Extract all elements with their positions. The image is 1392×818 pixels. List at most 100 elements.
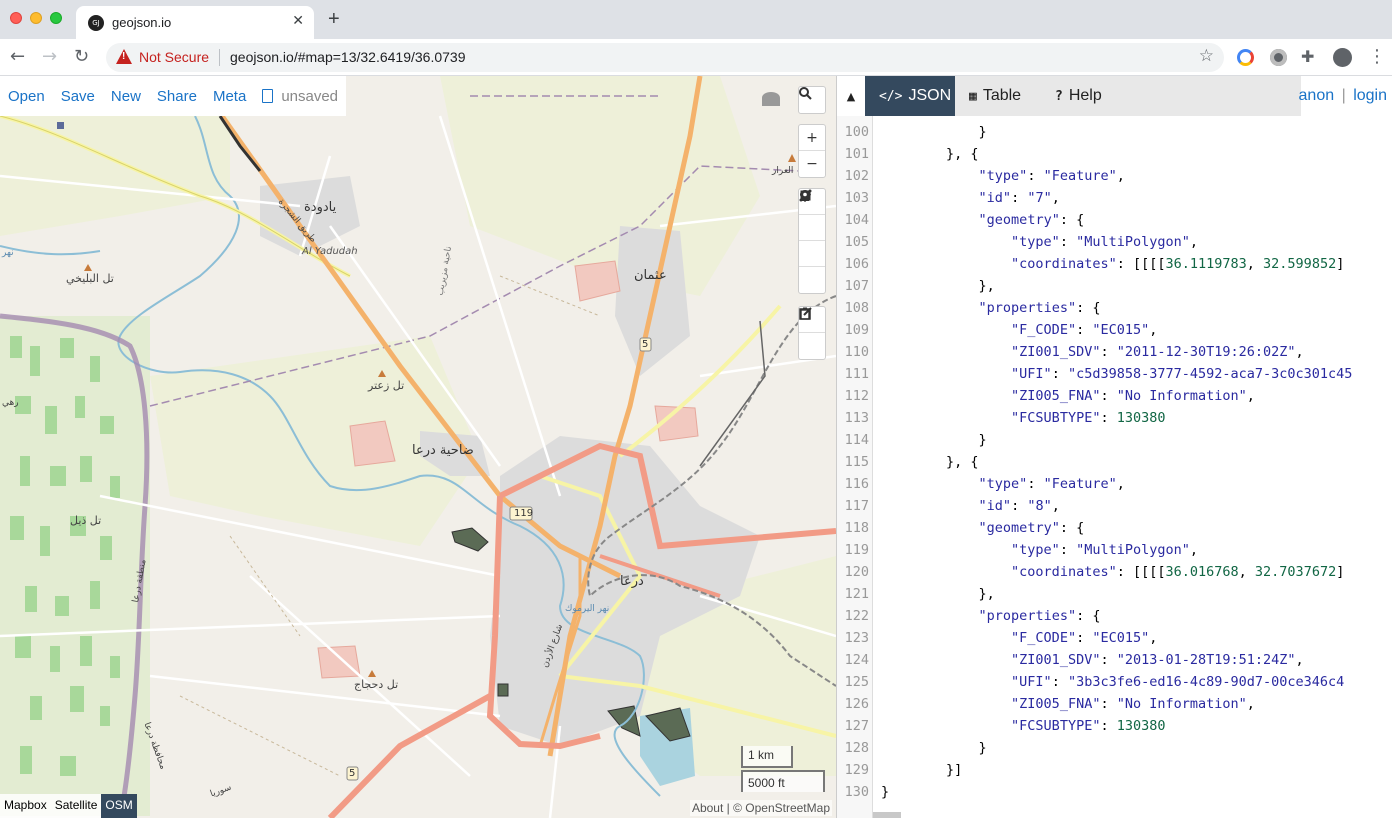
browser-menu-icon[interactable]: ⋮ bbox=[1368, 46, 1386, 67]
code-line[interactable]: 111 "UFI": "c5d39858-3777-4592-aca7-3c0c… bbox=[837, 363, 1392, 385]
code-token: }, bbox=[978, 586, 995, 602]
tab-json[interactable]: </> JSON bbox=[865, 76, 955, 116]
marker-icon[interactable] bbox=[799, 190, 825, 293]
code-line[interactable]: 122 "properties": { bbox=[837, 605, 1392, 627]
code-line[interactable]: 115 }, { bbox=[837, 451, 1392, 473]
code-line[interactable]: 123 "F_CODE": "EC015", bbox=[837, 627, 1392, 649]
json-editor[interactable]: 100 } 101 }, {102 "type": "Feature", 103 "… bbox=[837, 116, 1392, 818]
anon-link[interactable]: anon bbox=[1299, 87, 1335, 104]
code-line[interactable]: 130} bbox=[837, 781, 1392, 803]
address-bar[interactable]: Not Secure geojson.io/#map=13/32.6419/36… bbox=[106, 43, 1224, 72]
layer-osm[interactable]: OSM bbox=[101, 794, 137, 818]
layer-mapbox[interactable]: Mapbox bbox=[0, 794, 51, 818]
line-number: 102 bbox=[844, 168, 869, 184]
code-token: : bbox=[1051, 366, 1068, 382]
code-line[interactable]: 121 }, bbox=[837, 583, 1392, 605]
code-token: "coordinates" bbox=[1011, 564, 1117, 580]
code-line[interactable]: 114 } bbox=[837, 429, 1392, 451]
code-token: : bbox=[1100, 410, 1117, 426]
code-token: "type" bbox=[978, 476, 1028, 492]
security-status[interactable]: Not Secure bbox=[139, 49, 209, 65]
trash-icon[interactable] bbox=[799, 307, 825, 359]
code-token: 130380 bbox=[1116, 410, 1166, 426]
zoom-in-button[interactable]: + bbox=[799, 125, 825, 151]
login-link[interactable]: login bbox=[1353, 87, 1387, 104]
code-token: "3b3c3fe6-ed16-4c89-90d7-00ce346c4 bbox=[1067, 674, 1345, 690]
code-line[interactable]: 119 "type": "MultiPolygon", bbox=[837, 539, 1392, 561]
window-minimize-button[interactable] bbox=[30, 12, 42, 24]
polygon-icon[interactable] bbox=[799, 190, 825, 241]
code-token: "8" bbox=[1027, 498, 1052, 514]
map-label-west-edge-1: رهي bbox=[2, 398, 19, 408]
code-token: , bbox=[1116, 476, 1125, 492]
horizontal-scrollbar[interactable] bbox=[873, 812, 901, 818]
code-token: "id" bbox=[978, 498, 1012, 514]
code-token: , bbox=[1295, 652, 1304, 668]
profile-avatar-icon[interactable] bbox=[1333, 48, 1352, 67]
code-line[interactable]: 108 "properties": { bbox=[837, 297, 1392, 319]
search-icon[interactable] bbox=[799, 87, 825, 113]
extension-circle-icon[interactable] bbox=[1270, 49, 1287, 66]
code-line[interactable]: 109 "F_CODE": "EC015", bbox=[837, 319, 1392, 341]
zoom-out-button[interactable]: − bbox=[799, 151, 825, 177]
code-line[interactable]: 128 } bbox=[837, 737, 1392, 759]
code-line[interactable]: 107 }, bbox=[837, 275, 1392, 297]
code-line[interactable]: 118 "geometry": { bbox=[837, 517, 1392, 539]
window-zoom-button[interactable] bbox=[50, 12, 62, 24]
code-line[interactable]: 106 "coordinates": [[[[36.1119783, 32.59… bbox=[837, 253, 1392, 275]
code-token: "MultiPolygon" bbox=[1076, 542, 1190, 558]
code-token: : bbox=[1100, 344, 1117, 360]
code-token: "properties" bbox=[978, 300, 1077, 316]
save-button[interactable]: Save bbox=[61, 88, 95, 105]
code-line[interactable]: 105 "type": "MultiPolygon", bbox=[837, 231, 1392, 253]
code-line[interactable]: 103 "id": "7", bbox=[837, 187, 1392, 209]
browser-tab[interactable]: GJ geojson.io ✕ bbox=[76, 6, 314, 39]
back-arrow-icon[interactable]: ← bbox=[10, 46, 25, 68]
code-line[interactable]: 127 "FCSUBTYPE": 130380 bbox=[837, 715, 1392, 737]
code-line[interactable]: 100 } bbox=[837, 121, 1392, 143]
new-tab-button[interactable]: + bbox=[328, 9, 340, 29]
code-line[interactable]: 102 "type": "Feature", bbox=[837, 165, 1392, 187]
code-line[interactable]: 113 "FCSUBTYPE": 130380 bbox=[837, 407, 1392, 429]
code-text: "FCSUBTYPE": 130380 bbox=[881, 407, 1166, 429]
code-line[interactable]: 104 "geometry": { bbox=[837, 209, 1392, 231]
tab-table[interactable]: ▦ Table bbox=[955, 76, 1041, 116]
code-text: }, bbox=[881, 275, 995, 297]
new-button[interactable]: New bbox=[111, 88, 141, 105]
code-line[interactable]: 120 "coordinates": [[[[36.016768, 32.703… bbox=[837, 561, 1392, 583]
code-token: }, { bbox=[946, 454, 979, 470]
share-button[interactable]: Share bbox=[157, 88, 197, 105]
meta-button[interactable]: Meta bbox=[213, 88, 246, 105]
reload-icon[interactable]: ↻ bbox=[74, 46, 89, 68]
code-line[interactable]: 112 "ZI005_FNA": "No Information", bbox=[837, 385, 1392, 407]
window-close-button[interactable] bbox=[10, 12, 22, 24]
collapse-pane-icon[interactable]: ▲ bbox=[837, 76, 865, 116]
forward-arrow-icon[interactable]: → bbox=[42, 46, 57, 68]
code-line[interactable]: 117 "id": "8", bbox=[837, 495, 1392, 517]
bookmark-star-icon[interactable]: ☆ bbox=[1199, 46, 1214, 66]
code-line[interactable]: 101 }, { bbox=[837, 143, 1392, 165]
code-line[interactable]: 125 "UFI": "3b3c3fe6-ed16-4c89-90d7-00ce… bbox=[837, 671, 1392, 693]
extension-color-icon[interactable] bbox=[1237, 49, 1254, 66]
extensions-puzzle-icon[interactable]: ✚ bbox=[1301, 47, 1318, 66]
layer-satellite[interactable]: Satellite bbox=[51, 794, 102, 818]
code-text: "UFI": "c5d39858-3777-4592-aca7-3c0c301c… bbox=[881, 363, 1352, 385]
code-icon: </> bbox=[879, 88, 903, 104]
code-text: "F_CODE": "EC015", bbox=[881, 319, 1157, 341]
code-line[interactable]: 124 "ZI001_SDV": "2013-01-28T19:51:24Z", bbox=[837, 649, 1392, 671]
code-line[interactable]: 129 }] bbox=[837, 759, 1392, 781]
rectangle-icon[interactable] bbox=[799, 190, 825, 267]
code-token: , bbox=[1238, 564, 1255, 580]
open-button[interactable]: Open bbox=[8, 88, 45, 105]
map-attribution[interactable]: About | © OpenStreetMap bbox=[689, 800, 832, 816]
code-token: "c5d39858-3777-4592-aca7-3c0c301c45 bbox=[1067, 366, 1353, 382]
tab-close-icon[interactable]: ✕ bbox=[292, 13, 304, 29]
browser-tabstrip: GJ geojson.io ✕ + bbox=[0, 0, 1392, 39]
code-line[interactable]: 110 "ZI001_SDV": "2011-12-30T19:26:02Z", bbox=[837, 341, 1392, 363]
tab-help[interactable]: ? Help bbox=[1041, 76, 1121, 116]
url-text[interactable]: geojson.io/#map=13/32.6419/36.0739 bbox=[230, 49, 465, 65]
code-line[interactable]: 116 "type": "Feature", bbox=[837, 473, 1392, 495]
code-line[interactable]: 126 "ZI005_FNA": "No Information", bbox=[837, 693, 1392, 715]
map-view[interactable]: يادودة طريق الشجرة Al Yadudah تل البليخي… bbox=[0, 76, 836, 818]
code-token: , bbox=[1295, 344, 1304, 360]
